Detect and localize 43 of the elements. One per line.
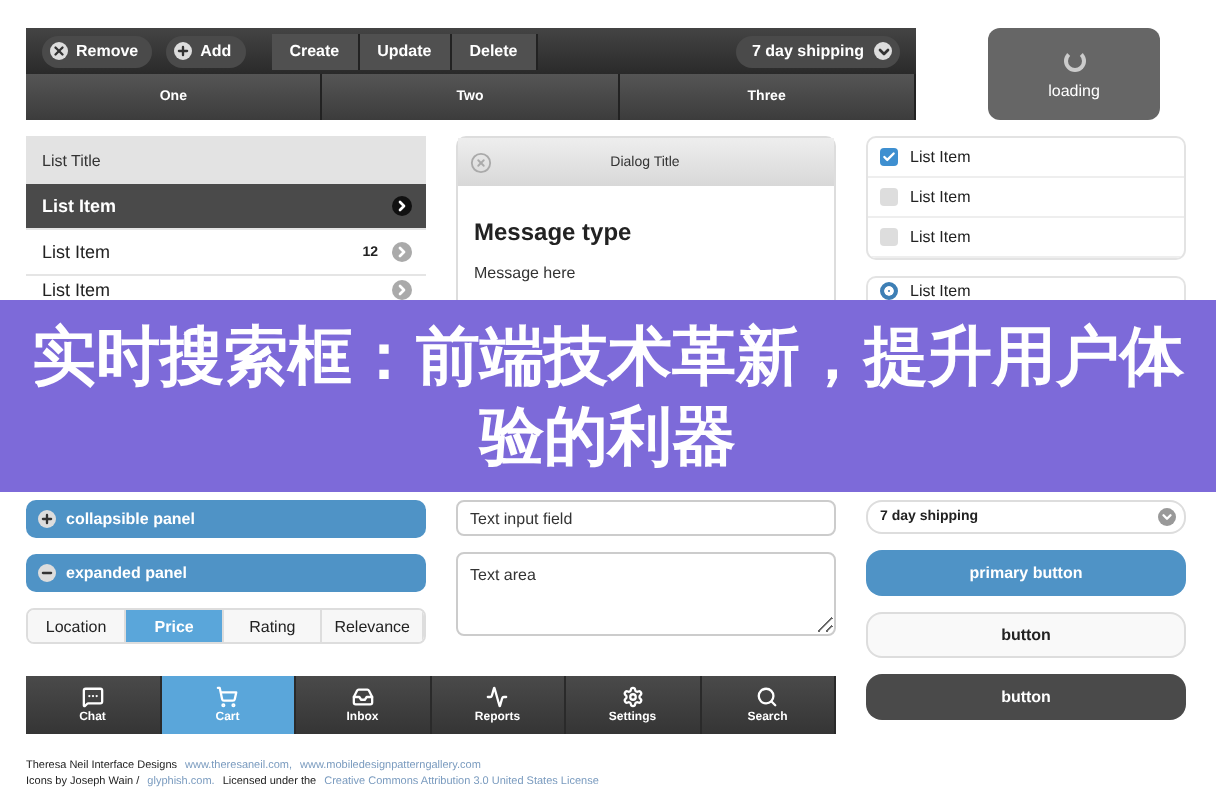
- add-button[interactable]: Add: [166, 35, 246, 67]
- settings-icon: [621, 686, 644, 708]
- chevron-down-icon: [1158, 508, 1176, 526]
- banner-title: 实时搜索框：前端技术革新，提升用户体验的利器: [30, 318, 1186, 476]
- text-input-field[interactable]: Text input field: [456, 500, 836, 536]
- checkbox[interactable]: [880, 188, 898, 206]
- message-heading: Message type: [474, 218, 634, 246]
- message-text: Message here: [474, 264, 578, 282]
- chevron-right-icon: [392, 242, 412, 262]
- checkbox-item[interactable]: List Item: [868, 178, 1184, 218]
- chevron-right-icon: [392, 196, 412, 216]
- checkbox-item[interactable]: List Item: [868, 218, 1184, 258]
- cart-icon: [216, 686, 239, 708]
- shipping-select[interactable]: 7 day shipping: [735, 35, 900, 67]
- segmented-button[interactable]: Update: [359, 33, 452, 69]
- text-area[interactable]: Text area: [456, 552, 836, 636]
- minus-icon: [38, 564, 56, 582]
- remove-button[interactable]: Remove: [42, 35, 153, 67]
- chevron-down-icon: [874, 42, 892, 60]
- sort-button[interactable]: Location: [28, 610, 127, 642]
- chat-icon: [81, 686, 104, 708]
- search-icon: [756, 686, 779, 708]
- plus-icon: [38, 510, 56, 528]
- segmented-button[interactable]: Create: [271, 33, 360, 69]
- radio-button[interactable]: [880, 281, 898, 299]
- close-icon[interactable]: [470, 151, 492, 173]
- sort-button[interactable]: Relevance: [322, 610, 424, 642]
- plus-icon: [174, 42, 193, 60]
- sort-button[interactable]: Rating: [224, 610, 323, 642]
- checkbox[interactable]: [880, 228, 898, 246]
- checkbox[interactable]: [880, 148, 898, 166]
- button[interactable]: button: [866, 674, 1186, 720]
- list-title: List Title: [26, 136, 426, 184]
- chevron-right-icon: [392, 280, 412, 300]
- list-item[interactable]: List Item: [26, 184, 426, 230]
- reports-icon: [486, 686, 509, 708]
- checkbox-item[interactable]: List Item: [868, 138, 1184, 178]
- button[interactable]: button: [866, 612, 1186, 658]
- loading-label: loading: [1048, 81, 1100, 99]
- spinner-icon: [1063, 49, 1085, 71]
- inbox-icon: [351, 686, 374, 708]
- segmented-button[interactable]: Delete: [451, 33, 538, 69]
- close-icon: [50, 42, 68, 60]
